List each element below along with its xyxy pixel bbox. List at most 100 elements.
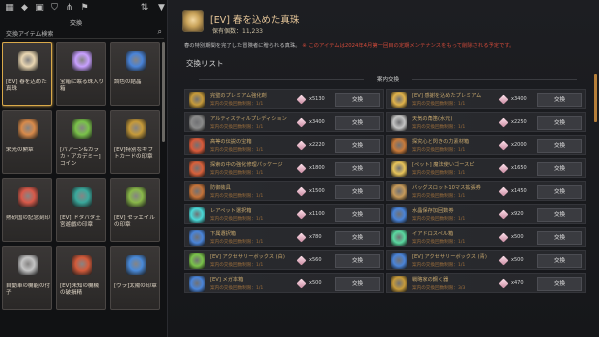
gem-icon[interactable]: ◆ bbox=[19, 3, 30, 14]
exchange-button[interactable]: 交換 bbox=[335, 162, 380, 176]
item-card[interactable]: [ヴラ]太陽の印章 bbox=[110, 246, 160, 310]
exchange-row: 完璧のプレミアム強化剤 案内の交換回数制限：1/1 x5130 交換 bbox=[184, 89, 384, 109]
item-card[interactable]: 栄光の勲章 bbox=[2, 110, 52, 174]
exchange-button[interactable]: 交換 bbox=[537, 231, 582, 245]
item-card[interactable]: 熱砂国の記念刻印 bbox=[2, 178, 52, 242]
item-icon bbox=[126, 187, 146, 207]
exchange-row: 探究心と閃きの力素材箱 案内の交換回数制限：1/1 x2000 交換 bbox=[386, 135, 586, 155]
chest-icon[interactable]: ▣ bbox=[34, 3, 45, 14]
exchange-limit: 案内の交換回数制限：1/1 bbox=[210, 125, 264, 130]
exchange-button[interactable]: 交換 bbox=[537, 208, 582, 222]
exchange-window: { "left_panel": { "top_tab": "交換", "sear… bbox=[0, 0, 599, 337]
reward-name: 水晶保存加回数券 bbox=[412, 208, 454, 214]
holdings-count: 保有個数：11,233 bbox=[212, 28, 263, 35]
pearl-cost-icon bbox=[296, 209, 307, 220]
cost-amount: x3400 bbox=[511, 96, 527, 102]
exchange-button[interactable]: 交換 bbox=[335, 231, 380, 245]
reward-name: 防御装具 bbox=[210, 185, 231, 191]
exchange-button[interactable]: 交換 bbox=[335, 208, 380, 222]
main-scrollbar[interactable] bbox=[594, 74, 597, 122]
cost-amount: x1650 bbox=[511, 165, 527, 171]
exchange-button[interactable]: 交換 bbox=[537, 116, 582, 130]
exchange-button[interactable]: 交換 bbox=[537, 162, 582, 176]
cost-amount: x1450 bbox=[511, 188, 527, 194]
shield-icon[interactable]: ⛉ bbox=[49, 3, 60, 14]
exchange-limit: 案内の交換回数制限：1/1 bbox=[210, 286, 264, 291]
exchange-row: 下属選択箱 案内の交換回数制限：1/1 x780 交換 bbox=[184, 227, 384, 247]
cost-amount: x5130 bbox=[309, 96, 325, 102]
sort-icon[interactable]: ⇅ bbox=[139, 3, 150, 14]
exchange-button[interactable]: 交換 bbox=[335, 254, 380, 268]
cost-amount: x1100 bbox=[309, 211, 325, 217]
reward-icon bbox=[189, 138, 205, 154]
item-description: 春の特別期間を完了した冒険者に贈られる真珠。 ※ このアイテムは2024年4月第… bbox=[184, 41, 514, 49]
tab-exchange[interactable]: 交換 bbox=[70, 18, 82, 27]
reward-name: バッグスロット10マス拡張券 bbox=[412, 185, 481, 191]
exchange-button[interactable]: 交換 bbox=[335, 93, 380, 107]
item-icon bbox=[126, 51, 146, 71]
item-card[interactable]: 宝箱に眠る珠入り箱 bbox=[56, 42, 106, 106]
reward-name: 探究心と閃きの力素材箱 bbox=[412, 139, 470, 145]
exchange-list-title: 交換リスト bbox=[186, 59, 224, 68]
exchange-button[interactable]: 交換 bbox=[537, 93, 582, 107]
exchange-detail: [EV] 春を込めた真珠 保有個数：11,233 春の特別期間を完了した冒険者に… bbox=[168, 0, 599, 337]
reward-name: [EV] メガ本箱 bbox=[210, 277, 244, 283]
search-icon[interactable]: ⌕ bbox=[158, 27, 162, 37]
pearl-cost-icon bbox=[296, 186, 307, 197]
item-card[interactable]: [パアーン&カラ カ・アカデミー]コイン bbox=[56, 110, 106, 174]
network-icon[interactable]: ⋔ bbox=[64, 3, 75, 14]
pearl-cost-icon bbox=[296, 278, 307, 289]
exchange-limit: 案内の交換回数制限：1/1 bbox=[210, 263, 264, 268]
reward-icon bbox=[391, 115, 407, 131]
exchange-row: [EV] メガ本箱案内の交換回数制限：1/1 x500 交換 bbox=[184, 273, 384, 293]
item-card[interactable]: [EV] ドタバタ王宮遊戯の印章 bbox=[56, 178, 106, 242]
exchange-row: レアペット選択箱案内の交換回数制限：1/1 x1100 交換 bbox=[184, 204, 384, 224]
cost-amount: x500 bbox=[309, 280, 322, 286]
flag-icon[interactable]: ⚑ bbox=[79, 3, 90, 14]
item-grid: [EV] 春を込めた真珠 宝箱に眠る珠入り箱 調色の結晶栄光の勲章 [パアーン&カラ … bbox=[2, 42, 162, 337]
exchange-button[interactable]: 交換 bbox=[335, 116, 380, 130]
item-card[interactable]: [EV]未知の機械の破損精 bbox=[56, 246, 106, 310]
exchange-button[interactable]: 交換 bbox=[335, 185, 380, 199]
grid-icon[interactable]: ▦ bbox=[4, 3, 15, 14]
exchange-button[interactable]: 交換 bbox=[537, 139, 582, 153]
exchange-row: [EV] アクセサリーボックス (青) 案内の交換回数制限：1/1 x500 交換 bbox=[386, 250, 586, 270]
exchange-button[interactable]: 交換 bbox=[537, 277, 582, 291]
exchange-button[interactable]: 交換 bbox=[537, 185, 582, 199]
exchange-limit: 案内の交換回数制限：1/1 bbox=[210, 217, 264, 222]
reward-name: レアペット選択箱 bbox=[210, 208, 252, 214]
exchange-button[interactable]: 交換 bbox=[537, 254, 582, 268]
filter-icon[interactable]: ▼ bbox=[156, 3, 167, 14]
pearl-cost-icon bbox=[498, 232, 509, 243]
cost-amount: x470 bbox=[511, 280, 524, 286]
reward-name: 高等の伝説の宝箱 bbox=[210, 139, 252, 145]
reward-icon bbox=[189, 161, 205, 177]
item-icon bbox=[72, 51, 92, 71]
exchange-limit: 案内の交換回数制限：1/1 bbox=[210, 171, 264, 176]
cost-amount: x2250 bbox=[511, 119, 527, 125]
item-card[interactable]: 調色の結晶 bbox=[110, 42, 160, 106]
item-card[interactable]: [EV]特別なギフトカードの印章 bbox=[110, 110, 160, 174]
exchange-button[interactable]: 交換 bbox=[335, 277, 380, 291]
pearl-cost-icon bbox=[296, 140, 307, 151]
exchange-row: アルティスティルプレディション 案内の交換回数制限：1/1 x3400 交換 bbox=[184, 112, 384, 132]
reward-icon bbox=[391, 161, 407, 177]
exchange-limit: 案内の交換回数制限：1/1 bbox=[210, 148, 264, 153]
item-card[interactable]: [EV] セラエイルの印章 bbox=[110, 178, 160, 242]
item-card-label: [ヴラ]太陽の印章 bbox=[114, 283, 157, 289]
exchange-limit: 案内の交換回数制限：1/1 bbox=[210, 240, 264, 245]
exchange-row: [ペット] 魔法使いゴースピ 案内の交換回数制限：1/1 x1650 交換 bbox=[386, 158, 586, 178]
exchange-button[interactable]: 交換 bbox=[335, 139, 380, 153]
exchange-row: [EV] アクセサリーボックス (白) 案内の交換回数制限：1/1 x560 交換 bbox=[184, 250, 384, 270]
exchange-limit: 案内の交換回数制限：1/1 bbox=[412, 125, 466, 130]
search-input[interactable]: 交換アイテム検索 ⌕ bbox=[4, 27, 164, 39]
item-card[interactable]: 自動車の機能の付子 bbox=[2, 246, 52, 310]
item-card-label: 栄光の勲章 bbox=[6, 147, 34, 153]
item-icon bbox=[18, 119, 38, 139]
left-scrollbar[interactable] bbox=[162, 42, 165, 142]
item-card[interactable]: [EV] 春を込めた真珠 bbox=[2, 42, 52, 106]
item-icon bbox=[18, 187, 38, 207]
item-icon bbox=[72, 187, 92, 207]
reward-name: 下属選択箱 bbox=[210, 231, 236, 237]
tool-icons: ⇅ ▼ bbox=[139, 3, 167, 14]
